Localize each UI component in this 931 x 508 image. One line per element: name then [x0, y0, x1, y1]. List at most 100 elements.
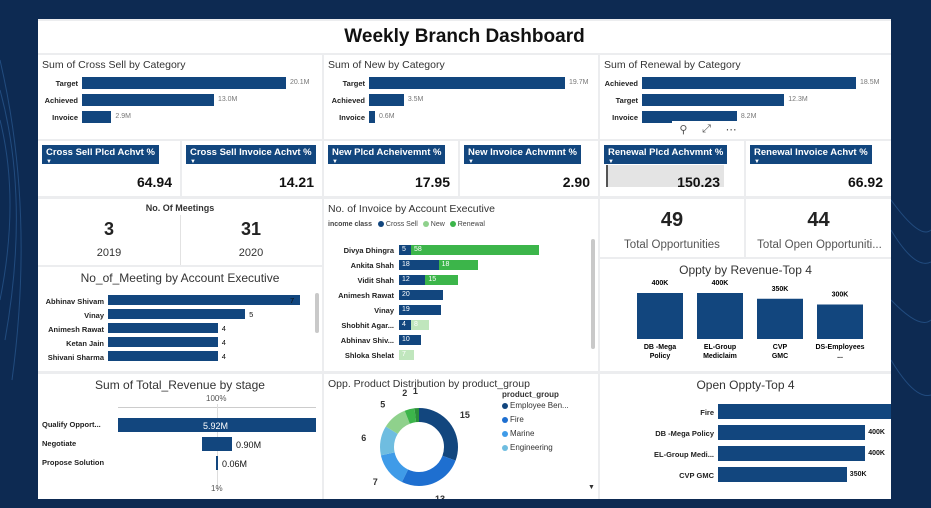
meetings-card[interactable]: No. Of Meetings 3 2019 31 2020: [38, 199, 322, 265]
bar-category-label: Ankita Shah: [350, 261, 394, 270]
bar-value-label: 3.5M: [407, 96, 424, 103]
page-title: Weekly Branch Dashboard: [344, 26, 585, 47]
kpi-card[interactable]: Renewal Plcd Achvmnt % ▼ 150.23: [600, 141, 744, 196]
funnel-value-label: 0.06M: [222, 459, 248, 469]
oppty-revenue-chart[interactable]: Oppty by Revenue-Top 4 400K DB -Mega Polic…: [600, 259, 891, 371]
bottom-percentage: 1%: [211, 484, 223, 493]
dashboard-canvas: Weekly Branch Dashboard Sum of Cross Sel…: [38, 19, 891, 499]
legend-label: Fire: [510, 415, 524, 424]
kpi-value: 150.23: [677, 174, 720, 190]
bar-category-label: Invoice: [52, 113, 78, 122]
bar-value-label: 18.5M: [860, 79, 880, 86]
scrollbar[interactable]: [591, 239, 595, 349]
open-opportunities-card[interactable]: 44 Total Open Opportuniti...: [746, 199, 891, 257]
kpi-label: Cross Sell Invoice Achvt % ▼: [186, 145, 316, 165]
legend-swatch: [449, 221, 456, 228]
bar-category-label: Abhinav Shiv...: [340, 336, 394, 345]
legend-item: Fire: [502, 415, 569, 424]
kpi-label: Renewal Invoice Achvt % ▼: [750, 145, 872, 165]
bar-category-label: Target: [615, 96, 638, 105]
bar: [718, 425, 866, 440]
donut-slice-label: 2: [402, 388, 407, 398]
stacked-bar-segment: 10: [399, 335, 421, 345]
funnel-value-label: 5.92M: [203, 421, 229, 431]
kpi-card[interactable]: Cross Sell Plcd Achvt % ▼ 64.94: [38, 141, 180, 196]
column-category-label: DS-Employees: [815, 344, 864, 351]
column-bar: [697, 293, 743, 339]
funnel-bar: [201, 437, 233, 451]
kpi-label: New Invoice Achvmnt % ▼: [464, 145, 581, 165]
donut-slice-label: 15: [460, 410, 470, 420]
new-category-chart[interactable]: Sum of New by Category Target 19.7M Achiev…: [324, 55, 598, 139]
kpi-card[interactable]: New Plcd Acheivemnt % ▼ 17.95: [324, 141, 458, 196]
legend-item: Employee Ben...: [502, 401, 569, 410]
legend-label: Employee Ben...: [510, 401, 569, 410]
column-value-label: 400K: [652, 280, 669, 287]
column-category-label: EL-Group: [704, 344, 736, 351]
kpi-card[interactable]: Renewal Invoice Achvt % ▼ 66.92: [746, 141, 891, 196]
kpi-card[interactable]: New Invoice Achvmnt % ▼ 2.90: [460, 141, 598, 196]
legend-swatch: [377, 221, 384, 228]
renewal-category-chart[interactable]: Sum of Renewal by Category Achieved 18.5M…: [600, 55, 891, 139]
donut-slice-label: 1: [413, 386, 418, 396]
legend-title: income class: [328, 221, 372, 228]
column-category-label: Mediclaim: [703, 353, 737, 360]
column-value-label: 300K: [832, 292, 849, 299]
bar-category-label: Invoice: [339, 113, 365, 122]
donut-slice-label: 6: [361, 433, 366, 443]
kpi-label: New Plcd Acheivemnt % ▼: [328, 145, 446, 165]
stacked-bar-segment: 19: [399, 305, 441, 315]
bar-value-label: 350K: [849, 471, 867, 478]
scrollbar[interactable]: [315, 293, 319, 333]
bar-category-label: Divya Dhingra: [343, 246, 394, 255]
bar-category-label: Shloka Shelat: [344, 351, 394, 360]
chart-title: No_of_Meeting by Account Executive: [80, 271, 280, 285]
chart-title: Sum of New by Category: [328, 59, 445, 71]
funnel-stage-label: Propose Solution: [42, 458, 105, 467]
kpi-card[interactable]: Cross Sell Invoice Achvt % ▼ 14.21: [182, 141, 322, 196]
chart-title: No. of Invoice by Account Executive: [328, 203, 495, 215]
bar-category-label: Achieved: [604, 79, 638, 88]
bar: [108, 351, 218, 361]
filter-icon[interactable]: ⚲: [679, 123, 687, 136]
bar: [642, 77, 856, 89]
bar: [108, 295, 300, 305]
opportunities-count: 49: [660, 209, 684, 231]
revenue-by-stage-chart[interactable]: Sum of Total_Revenue by stage 100% Quali…: [38, 374, 322, 499]
kpi-value: 17.95: [414, 174, 450, 190]
open-opportunities-count: 44: [807, 209, 830, 231]
legend-item: Cross Sell: [385, 221, 418, 228]
bar: [108, 309, 246, 319]
title-card: Weekly Branch Dashboard: [38, 21, 891, 53]
bar-value-label: 4: [221, 324, 226, 333]
bar-category-label: EL-Group Medi...: [654, 450, 714, 459]
bar-value-label: 8.2M: [740, 113, 757, 120]
focus-mode-icon[interactable]: ⤢: [702, 123, 711, 136]
column-category-label: CVP: [773, 344, 788, 351]
opportunities-label: Total Opportunities: [624, 239, 720, 251]
legend-item: Engineering: [502, 443, 569, 452]
invoice-by-exec-chart[interactable]: No. of Invoice by Account Executive inco…: [324, 199, 598, 371]
kpi-label: Renewal Plcd Achvmnt % ▼: [604, 145, 728, 165]
chart-title: Open Oppty-Top 4: [696, 378, 795, 392]
product-distribution-chart[interactable]: Opp. Product Distribution by product_gro…: [324, 374, 598, 499]
column-category-label: Policy: [650, 353, 671, 360]
open-oppty-chart[interactable]: Open Oppty-Top 4 Fire500KDB -Mega Policy…: [600, 374, 891, 499]
legend-item: Renewal: [457, 221, 485, 228]
more-options-icon[interactable]: ⋯: [726, 123, 737, 136]
cross-sell-chart[interactable]: Sum of Cross Sell by Category Target 20.1…: [38, 55, 322, 139]
stacked-bar-segment: 18: [399, 260, 439, 270]
bar-value-label: 12.3M: [788, 96, 808, 103]
column-value-label: 400K: [712, 280, 729, 287]
bar-value-label: 2.9M: [115, 113, 131, 120]
total-opportunities-card[interactable]: 49 Total Opportunities: [600, 199, 744, 257]
bar-value-label: 19.7M: [569, 79, 589, 86]
stacked-bar-segment: 5: [399, 245, 411, 255]
column-category-label: ...: [837, 353, 843, 360]
legend-scroll-down-icon[interactable]: ▼: [588, 484, 595, 491]
bar-value-label: 4: [221, 352, 226, 361]
chart-legend: income class Cross Sell New Renewal: [328, 221, 485, 228]
meetings-by-exec-chart[interactable]: No_of_Meeting by Account Executive Abhin…: [38, 267, 322, 371]
legend-label: Engineering: [510, 443, 553, 452]
bar-category-label: Animesh Rawat: [338, 291, 394, 300]
